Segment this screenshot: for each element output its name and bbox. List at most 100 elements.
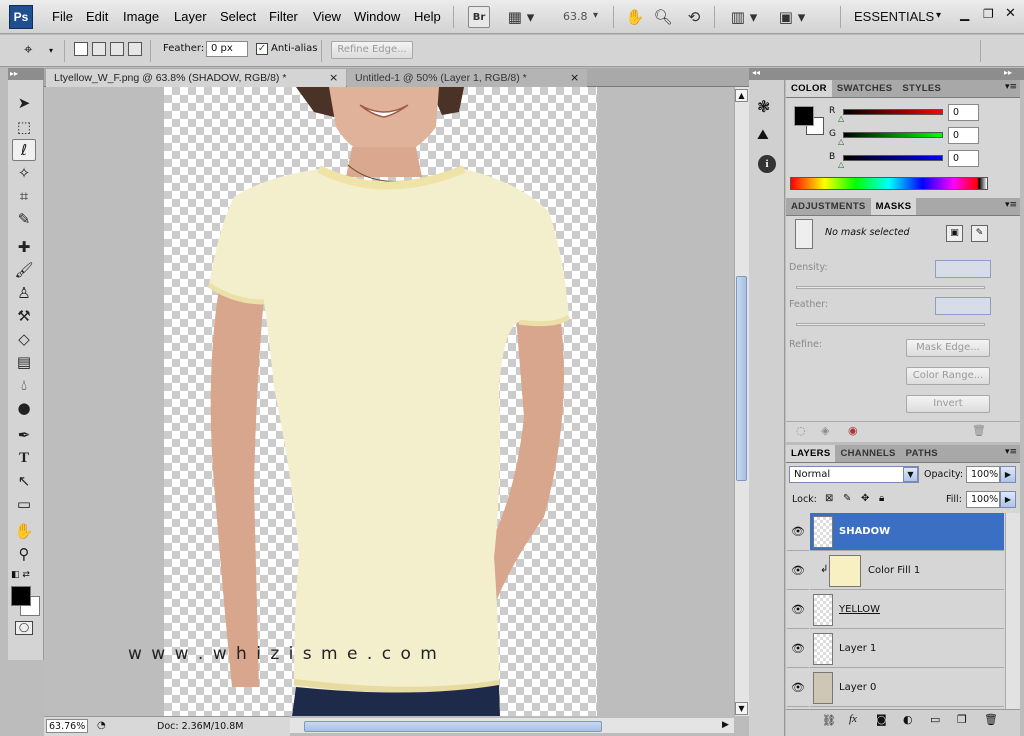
- filmstrip-icon[interactable]: ▦ ▾: [503, 6, 539, 28]
- collapse-icon[interactable]: ◂◂: [752, 68, 760, 77]
- visibility-eye-icon[interactable]: 👁︎: [787, 513, 809, 551]
- menu-image[interactable]: Image: [123, 9, 159, 24]
- zoom-icon[interactable]: 🔍︎: [652, 6, 674, 28]
- pen-tool-icon[interactable]: ✒: [12, 424, 36, 446]
- feather-slider[interactable]: [796, 323, 985, 326]
- refine-edge-button[interactable]: Refine Edge...: [331, 41, 413, 59]
- blue-slider[interactable]: [843, 155, 943, 161]
- visibility-eye-icon[interactable]: 👁︎: [787, 591, 809, 629]
- green-slider[interactable]: [843, 132, 943, 138]
- menu-file[interactable]: File: [52, 9, 73, 24]
- close-icon[interactable]: ×: [570, 71, 579, 84]
- layers-scrollbar[interactable]: [1005, 513, 1020, 709]
- visibility-eye-icon[interactable]: 👁︎: [787, 630, 809, 668]
- mask-edge-button[interactable]: Mask Edge...: [906, 339, 990, 357]
- navigator-icon[interactable]: ❃: [757, 97, 770, 116]
- new-layer-icon[interactable]: ❐: [957, 713, 967, 726]
- history-brush-icon[interactable]: ⚒: [12, 305, 36, 327]
- scroll-down-icon[interactable]: ▼: [735, 702, 748, 715]
- chevron-down-icon[interactable]: ▾: [936, 10, 941, 21]
- zoom-field[interactable]: 63.76%: [46, 719, 88, 733]
- layer-row-yellow[interactable]: YELLOW: [810, 591, 1004, 629]
- magic-wand-icon[interactable]: ✧: [12, 162, 36, 184]
- hand-tool-icon[interactable]: ✋: [12, 520, 36, 542]
- eraser-icon[interactable]: ◇: [12, 328, 36, 350]
- color-spectrum-ramp[interactable]: [790, 177, 988, 190]
- trash-icon[interactable]: 🗑︎: [984, 713, 998, 726]
- invert-button[interactable]: Invert: [906, 395, 990, 413]
- antialias-checkbox[interactable]: ✓: [256, 43, 268, 55]
- pixel-mask-icon[interactable]: ▣: [946, 225, 963, 242]
- foreground-color-swatch[interactable]: [11, 586, 31, 606]
- default-colors-icon[interactable]: ◧ ⇄: [11, 570, 30, 580]
- arrange-documents-icon[interactable]: ▥ ▾: [726, 6, 762, 28]
- panel-menu-icon[interactable]: ▾≡: [1005, 82, 1017, 92]
- slider-handle-icon[interactable]: △: [838, 160, 844, 169]
- move-tool-icon[interactable]: ➤: [12, 92, 36, 114]
- chevron-down-icon[interactable]: ▾: [49, 46, 53, 55]
- eyedropper-icon[interactable]: ✎: [12, 208, 36, 230]
- visibility-eye-icon[interactable]: 👁︎: [787, 669, 809, 707]
- menu-filter[interactable]: Filter: [269, 9, 298, 24]
- visibility-eye-icon[interactable]: 👁︎: [787, 552, 809, 590]
- path-selection-icon[interactable]: ↖: [12, 470, 36, 492]
- toolbar-collapse-icon[interactable]: ▸▸: [8, 68, 45, 80]
- healing-brush-icon[interactable]: ✚: [12, 236, 36, 258]
- rotate-view-icon[interactable]: ⟲: [683, 6, 705, 28]
- lock-position-icon[interactable]: ✥: [861, 493, 869, 504]
- fill-input[interactable]: 100%: [966, 491, 1000, 508]
- layer-row-layer0[interactable]: Layer 0: [810, 669, 1004, 707]
- subtract-selection-icon[interactable]: [110, 42, 124, 56]
- zoom-level[interactable]: 63.8: [563, 10, 588, 23]
- slider-handle-icon[interactable]: △: [838, 114, 844, 123]
- link-layers-icon[interactable]: ⛓: [822, 714, 836, 727]
- opacity-input[interactable]: 100%: [966, 466, 1000, 483]
- tab-styles[interactable]: STYLES: [897, 80, 946, 97]
- marquee-tool-icon[interactable]: ⬚: [12, 116, 36, 138]
- minimize-icon[interactable]: ▁: [960, 7, 969, 21]
- red-slider[interactable]: [843, 109, 943, 115]
- feather-input[interactable]: [935, 297, 991, 315]
- fill-arrow-icon[interactable]: ▶: [1000, 491, 1016, 508]
- expand-icon[interactable]: ▸▸: [1004, 68, 1012, 77]
- menu-select[interactable]: Select: [220, 9, 256, 24]
- clone-stamp-icon[interactable]: ♙: [12, 282, 36, 304]
- tab-masks[interactable]: MASKS: [870, 198, 917, 215]
- gradient-tool-icon[interactable]: ▤: [12, 351, 36, 373]
- menu-help[interactable]: Help: [414, 9, 441, 24]
- apply-mask-icon[interactable]: ◈: [821, 424, 829, 437]
- panel-menu-icon[interactable]: ▾≡: [1005, 200, 1017, 210]
- dodge-tool-icon[interactable]: ●: [12, 397, 36, 419]
- lasso-tool-icon[interactable]: ℓ: [12, 139, 36, 161]
- load-selection-icon[interactable]: ◌: [796, 424, 806, 437]
- scroll-right-icon[interactable]: ▶: [722, 720, 729, 730]
- tab-document-inactive[interactable]: Untitled-1 @ 50% (Layer 1, RGB/8) *: [347, 69, 587, 87]
- adjustment-layer-icon[interactable]: ◐: [903, 713, 913, 726]
- lock-pixels-icon[interactable]: ✎: [843, 493, 851, 504]
- layer-style-icon[interactable]: fx: [849, 713, 857, 725]
- close-icon[interactable]: ×: [329, 71, 338, 84]
- foreground-color-swatch[interactable]: [794, 106, 814, 126]
- horizontal-scroll-thumb[interactable]: [304, 721, 602, 732]
- slider-handle-icon[interactable]: △: [838, 137, 844, 146]
- bridge-button[interactable]: Br: [468, 6, 490, 28]
- trash-icon[interactable]: 🗑︎: [972, 424, 986, 437]
- screen-mode-icon[interactable]: ▣ ▾: [774, 6, 810, 28]
- tab-color[interactable]: COLOR: [786, 80, 832, 97]
- panel-menu-icon[interactable]: ▾≡: [1005, 447, 1017, 457]
- brush-tool-icon[interactable]: 🖌︎: [12, 259, 36, 281]
- tab-swatches[interactable]: SWATCHES: [832, 80, 898, 97]
- tab-channels[interactable]: CHANNELS: [835, 445, 900, 462]
- histogram-icon[interactable]: ⛰: [757, 127, 769, 143]
- menu-window[interactable]: Window: [354, 9, 400, 24]
- info-icon[interactable]: i: [758, 155, 776, 173]
- layer-row-layer1[interactable]: Layer 1: [810, 630, 1004, 668]
- tab-layers[interactable]: LAYERS: [786, 445, 836, 462]
- blur-tool-icon[interactable]: 💧︎: [12, 374, 36, 396]
- tab-adjustments[interactable]: ADJUSTMENTS: [786, 198, 871, 215]
- menu-layer[interactable]: Layer: [174, 9, 207, 24]
- blue-value-input[interactable]: 0: [948, 150, 979, 167]
- tab-document-active[interactable]: Ltyellow_W_F.png @ 63.8% (SHADOW, RGB/8)…: [46, 69, 346, 87]
- vertical-scroll-thumb[interactable]: [736, 276, 747, 481]
- intersect-selection-icon[interactable]: [128, 42, 142, 56]
